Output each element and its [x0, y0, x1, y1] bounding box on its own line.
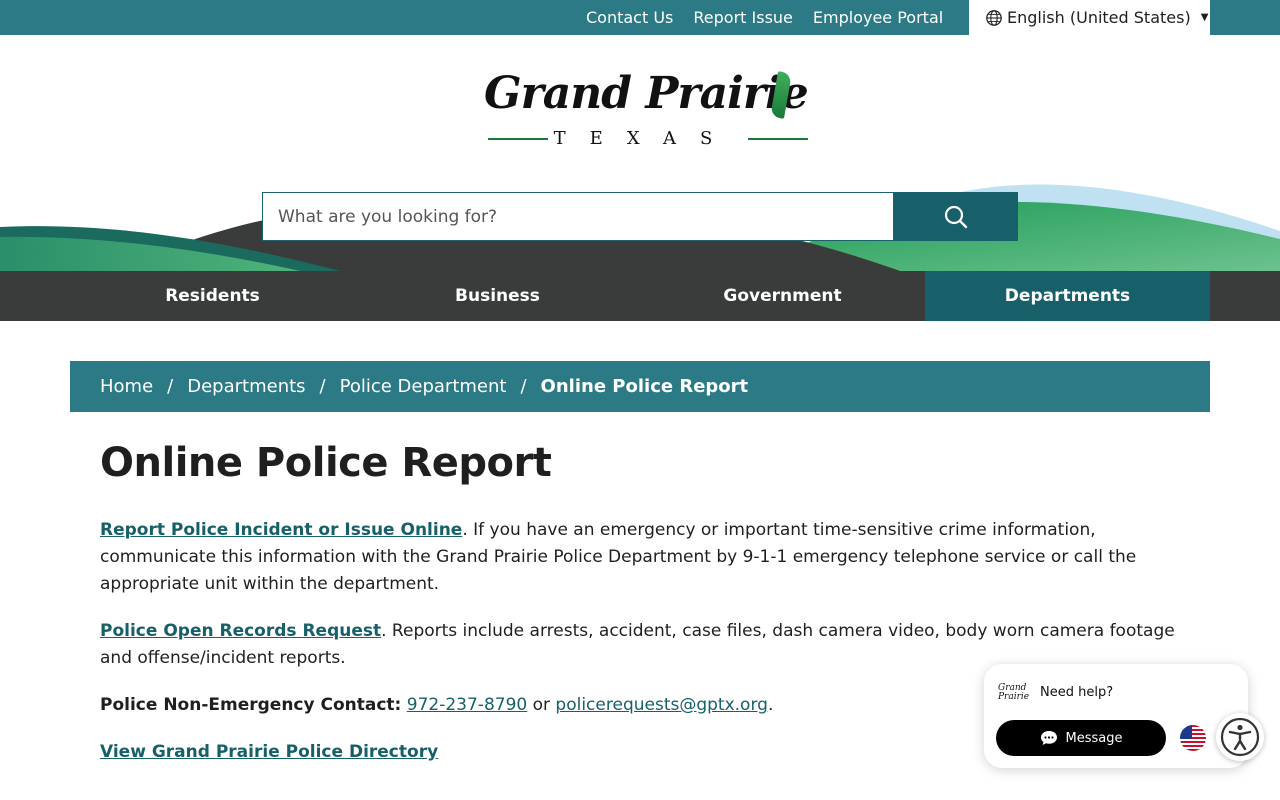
breadcrumb-police-department[interactable]: Police Department: [340, 376, 507, 397]
page-title: Online Police Report: [100, 440, 552, 486]
report-online-link[interactable]: Report Police Incident or Issue Online: [100, 520, 462, 540]
accessibility-icon: [1220, 717, 1260, 757]
us-flag-icon[interactable]: [1180, 725, 1206, 751]
site-header: Grand Prairie TEXAS: [0, 35, 1280, 271]
logo-rule-right: [748, 138, 808, 140]
report-issue-link[interactable]: Report Issue: [693, 8, 793, 27]
utility-bar: Contact Us Report Issue Employee Portal …: [0, 0, 1280, 35]
report-paragraph: Report Police Incident or Issue Online. …: [100, 517, 1190, 598]
employee-portal-link[interactable]: Employee Portal: [813, 8, 943, 27]
caret-down-icon: ▼: [1200, 12, 1209, 23]
nav-item-government[interactable]: Government: [640, 271, 925, 321]
search-icon: [944, 205, 968, 228]
contact-end: .: [767, 695, 774, 715]
chat-prompt: Need help?: [1040, 685, 1114, 700]
contact-us-link[interactable]: Contact Us: [586, 8, 673, 27]
nav-item-departments[interactable]: Departments: [925, 271, 1210, 321]
site-logo[interactable]: Grand Prairie TEXAS: [480, 68, 820, 152]
language-label: English (United States): [1007, 8, 1191, 27]
message-button[interactable]: Message: [996, 720, 1166, 756]
globe-icon: [986, 9, 1002, 26]
chat-bubble-icon: [1040, 731, 1057, 745]
breadcrumb-current: Online Police Report: [540, 376, 749, 397]
chat-logo-text: Grand Prairie: [998, 683, 1030, 702]
contact-label: Police Non-Emergency Contact:: [100, 695, 402, 715]
language-selector[interactable]: English (United States) ▼: [969, 0, 1210, 35]
breadcrumb: Home / Departments / Police Department /…: [70, 361, 1210, 412]
breadcrumb-departments[interactable]: Departments: [187, 376, 305, 397]
breadcrumb-separator: /: [319, 376, 326, 397]
contact-or: or: [527, 695, 556, 715]
search-input[interactable]: [262, 192, 894, 241]
email-link[interactable]: policerequests@gptx.org: [555, 695, 768, 715]
police-directory-link[interactable]: View Grand Prairie Police Directory: [100, 742, 438, 762]
utility-links: Contact Us Report Issue Employee Portal: [586, 0, 943, 35]
breadcrumb-separator: /: [520, 376, 527, 397]
nav-item-residents[interactable]: Residents: [70, 271, 355, 321]
chat-widget: Grand Prairie Need help? Message: [984, 664, 1248, 768]
phone-link[interactable]: 972-237-8790: [407, 695, 527, 715]
message-button-label: Message: [1065, 730, 1123, 746]
chat-logo: Grand Prairie: [998, 684, 1030, 704]
accessibility-button[interactable]: [1216, 713, 1264, 761]
nav-item-business[interactable]: Business: [355, 271, 640, 321]
breadcrumb-separator: /: [167, 376, 174, 397]
breadcrumb-home[interactable]: Home: [100, 376, 153, 397]
open-records-link[interactable]: Police Open Records Request: [100, 621, 381, 641]
search-button[interactable]: [894, 192, 1018, 241]
logo-wordmark: Grand Prairie: [484, 68, 809, 119]
site-search: [262, 192, 1018, 241]
main-nav: Residents Business Government Department…: [0, 271, 1280, 321]
